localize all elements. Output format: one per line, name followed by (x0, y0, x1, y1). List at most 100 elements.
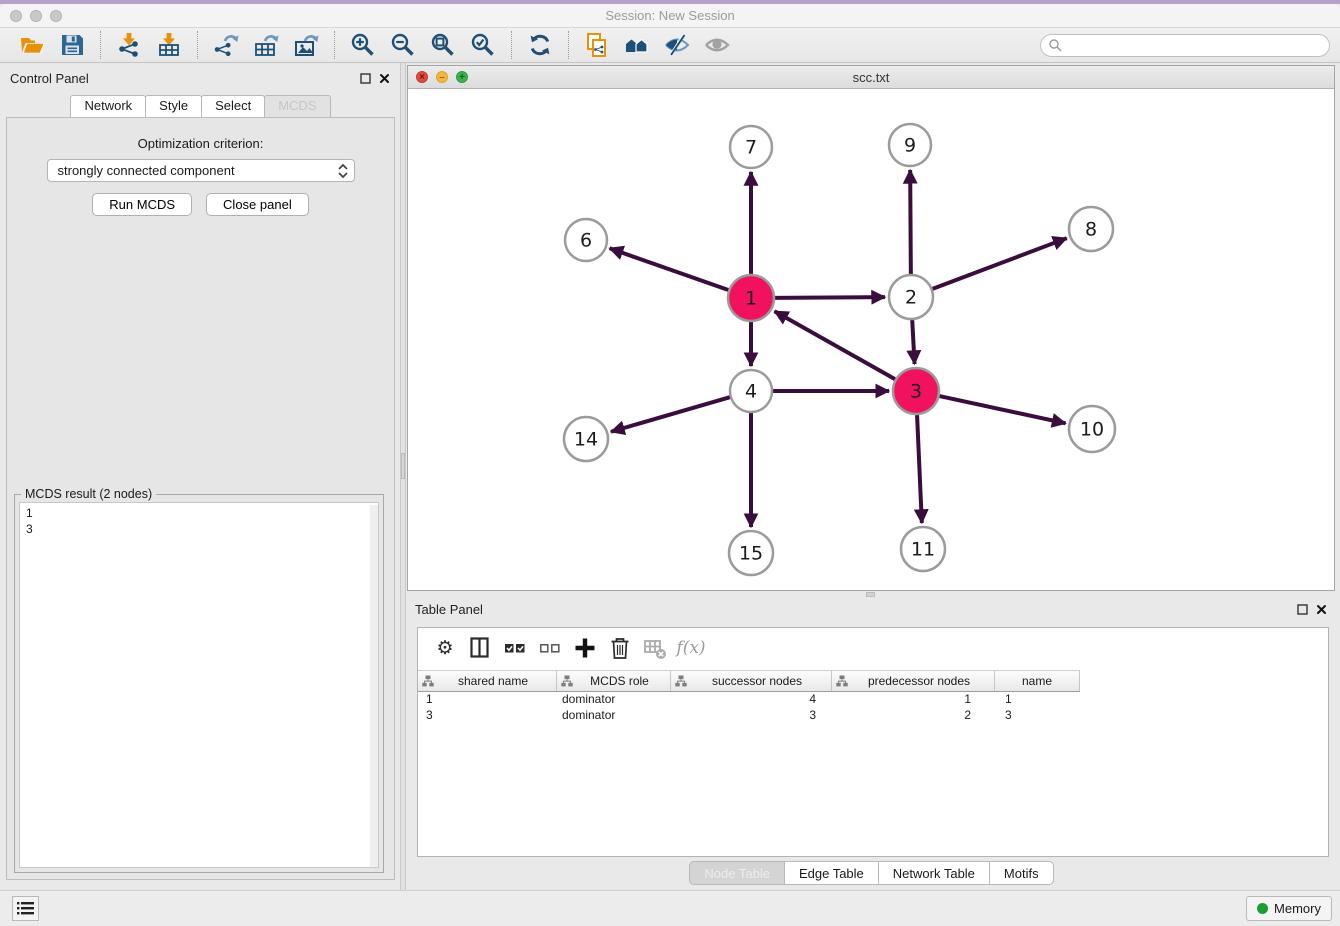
close-panel-button[interactable]: Close panel (206, 193, 309, 216)
add-entry-icon[interactable] (570, 633, 600, 663)
search-input[interactable] (1063, 36, 1329, 55)
cell-successor-nodes[interactable]: 3 (671, 708, 832, 724)
float-panel-icon[interactable] (360, 73, 371, 84)
export-image-icon[interactable] (291, 30, 321, 60)
memory-button[interactable]: Memory (1246, 896, 1332, 921)
graph-node-2[interactable]: 2 (889, 275, 933, 319)
cell-name[interactable]: 1 (995, 692, 1080, 708)
tab-edge-table[interactable]: Edge Table (784, 861, 879, 885)
float-table-panel-icon[interactable] (1297, 604, 1308, 615)
panel-splitter[interactable] (400, 63, 406, 890)
select-all-checks-icon[interactable] (500, 633, 530, 663)
export-table-icon[interactable] (251, 30, 281, 60)
graph-edge-3-10[interactable] (939, 396, 1065, 423)
zoom-out-icon[interactable] (388, 30, 418, 60)
window-title: Session: New Session (0, 8, 1340, 23)
delete-entry-icon[interactable] (605, 633, 635, 663)
save-session-icon[interactable] (57, 30, 87, 60)
cell-mcds-role[interactable]: dominator (557, 708, 671, 724)
column-header-name[interactable]: name (995, 671, 1080, 691)
zoom-fit-icon[interactable] (428, 30, 458, 60)
open-session-icon[interactable] (17, 30, 47, 60)
column-header-successor-nodes[interactable]: successor nodes (671, 671, 832, 691)
close-panel-icon[interactable] (379, 73, 390, 84)
zoom-in-icon[interactable] (348, 30, 378, 60)
optimization-criterion-select[interactable]: strongly connected component (47, 159, 355, 182)
graph-node-7[interactable]: 7 (730, 126, 772, 168)
graph-edge-2-8[interactable] (933, 238, 1067, 289)
cell-predecessor-nodes[interactable]: 1 (832, 692, 995, 708)
tab-network[interactable]: Network (70, 95, 146, 117)
clone-network-icon[interactable] (582, 30, 612, 60)
table-settings-gear-icon[interactable]: ⚙ (430, 633, 460, 663)
graph-node-14[interactable]: 14 (564, 417, 608, 461)
mcds-result-textarea[interactable]: 13 (19, 502, 379, 868)
table-content: ⚙f(x) shared nameMCDS rolesuccessor node… (417, 627, 1329, 857)
hide-labels-icon[interactable] (662, 30, 692, 60)
table-header-row: shared nameMCDS rolesuccessor nodesprede… (418, 670, 1080, 692)
cell-predecessor-nodes[interactable]: 2 (832, 708, 995, 724)
deselect-all-checks-icon[interactable] (535, 633, 565, 663)
column-header-predecessor-nodes[interactable]: predecessor nodes (832, 671, 995, 691)
graph-node-8[interactable]: 8 (1069, 207, 1113, 251)
import-table-icon[interactable] (154, 30, 184, 60)
refresh-network-icon[interactable] (525, 30, 555, 60)
network-window-title: scc.txt (408, 70, 1334, 85)
graph-node-6[interactable]: 6 (565, 219, 607, 261)
graph-node-label: 11 (911, 539, 935, 561)
cell-name[interactable]: 3 (995, 708, 1080, 724)
graph-node-9[interactable]: 9 (889, 124, 931, 166)
export-network-icon[interactable] (211, 30, 241, 60)
tab-node-table[interactable]: Node Table (689, 861, 785, 885)
result-scrollbar[interactable] (370, 505, 378, 867)
graph-edge-1-6[interactable] (610, 248, 729, 290)
graph-edge-2-9[interactable] (910, 170, 911, 274)
search-field[interactable] (1040, 34, 1330, 57)
graph-node-label: 14 (574, 429, 598, 451)
graph-edge-2-3[interactable] (912, 320, 914, 364)
table-row[interactable]: 1dominator411 (418, 692, 1328, 708)
network-window-titlebar[interactable]: × – + scc.txt (408, 66, 1334, 89)
graph-edge-3-1[interactable] (775, 311, 896, 379)
search-icon (1048, 38, 1063, 53)
hierarchy-icon (836, 675, 848, 687)
tab-select[interactable]: Select (201, 95, 265, 117)
graph-node-4[interactable]: 4 (730, 370, 772, 412)
close-table-panel-icon[interactable] (1316, 604, 1327, 615)
column-header-mcds-role[interactable]: MCDS role (557, 671, 671, 691)
graph-node-10[interactable]: 10 (1069, 406, 1115, 452)
graph-edge-1-2[interactable] (775, 297, 885, 298)
network-canvas[interactable]: 7 9 6 8 1 2 4 3 14 10 15 11 (408, 89, 1334, 590)
tab-mcds[interactable]: MCDS (264, 95, 330, 117)
table-row[interactable]: 3dominator323 (418, 708, 1328, 724)
splitter-grip[interactable] (401, 453, 405, 479)
tab-motifs[interactable]: Motifs (989, 861, 1054, 885)
show-graphics-details-icon[interactable] (702, 30, 732, 60)
network-close-button[interactable]: × (416, 71, 428, 83)
memory-label: Memory (1274, 901, 1321, 916)
hierarchy-icon (675, 675, 687, 687)
home-layout-icon[interactable] (622, 30, 652, 60)
cell-shared-name[interactable]: 3 (418, 708, 557, 724)
network-minimize-button[interactable]: – (436, 71, 448, 83)
run-mcds-button[interactable]: Run MCDS (92, 193, 192, 216)
column-header-shared-name[interactable]: shared name (418, 671, 557, 691)
graph-node-3[interactable]: 3 (893, 368, 939, 414)
show-columns-icon[interactable] (465, 633, 495, 663)
network-maximize-button[interactable]: + (456, 71, 468, 83)
tab-style[interactable]: Style (145, 95, 202, 117)
graph-edge-3-11[interactable] (917, 415, 922, 523)
graph-edge-4-14[interactable] (611, 397, 730, 432)
task-history-button[interactable] (12, 896, 39, 921)
graph-node-15[interactable]: 15 (729, 531, 773, 575)
cell-successor-nodes[interactable]: 4 (671, 692, 832, 708)
table-tabs: Node TableEdge TableNetwork TableMotifs (407, 861, 1335, 885)
graph-node-11[interactable]: 11 (901, 527, 945, 571)
cell-mcds-role[interactable]: dominator (557, 692, 671, 708)
hierarchy-icon (422, 675, 434, 687)
cell-shared-name[interactable]: 1 (418, 692, 557, 708)
graph-node-1[interactable]: 1 (728, 275, 774, 321)
tab-network-table[interactable]: Network Table (878, 861, 990, 885)
import-network-icon[interactable] (114, 30, 144, 60)
zoom-selected-icon[interactable] (468, 30, 498, 60)
